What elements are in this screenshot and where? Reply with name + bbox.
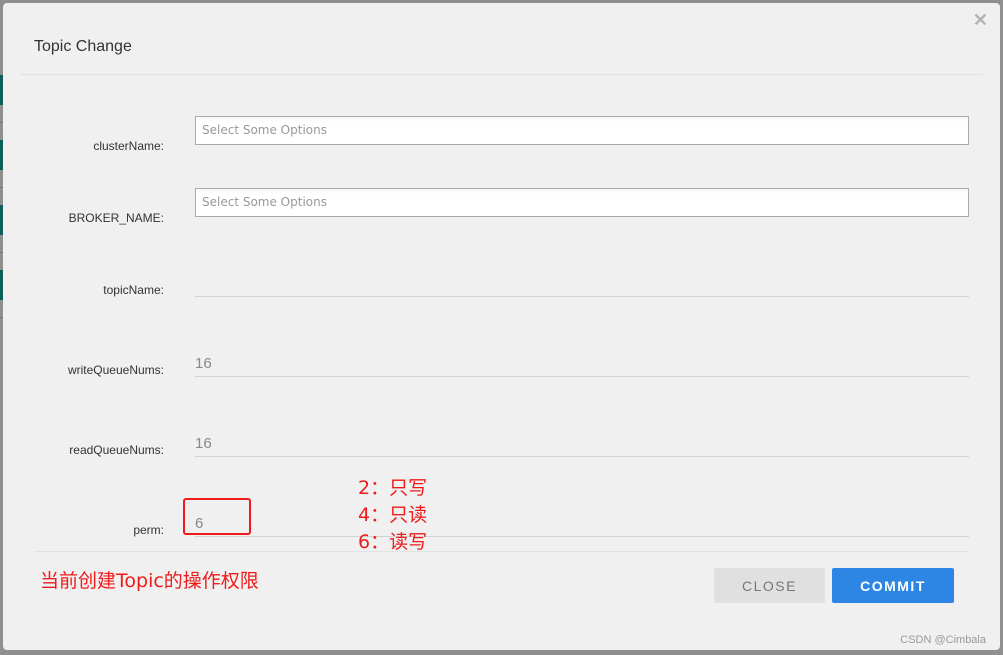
perm-label: perm: bbox=[133, 523, 164, 537]
cluster-name-placeholder: Select Some Options bbox=[202, 123, 327, 137]
cluster-name-select[interactable]: Select Some Options bbox=[195, 116, 969, 145]
write-queue-nums-input[interactable] bbox=[195, 350, 969, 377]
close-icon[interactable]: ✕ bbox=[973, 11, 988, 29]
broker-name-select[interactable]: Select Some Options bbox=[195, 188, 969, 217]
watermark: CSDN @Cimbala bbox=[900, 634, 986, 646]
dialog-title: Topic Change bbox=[34, 38, 132, 55]
perm-legend-write-only: 2：只写 bbox=[358, 477, 428, 499]
read-queue-nums-label: readQueueNums: bbox=[69, 443, 164, 457]
topic-change-dialog: ✕ Topic Change clusterName: Select Some … bbox=[3, 3, 1000, 650]
broker-name-placeholder: Select Some Options bbox=[202, 195, 327, 209]
cluster-name-label: clusterName: bbox=[93, 139, 164, 153]
footer-divider bbox=[34, 551, 969, 552]
perm-legend-read-write: 6：读写 bbox=[358, 531, 428, 553]
perm-legend-read-only: 4：只读 bbox=[358, 504, 428, 526]
close-button[interactable]: CLOSE bbox=[714, 568, 825, 603]
broker-name-label: BROKER_NAME: bbox=[68, 211, 164, 225]
header-divider bbox=[20, 74, 983, 75]
topic-name-label: topicName: bbox=[103, 283, 164, 297]
perm-note: 当前创建Topic的操作权限 bbox=[40, 570, 259, 592]
topic-name-input[interactable] bbox=[195, 270, 969, 297]
write-queue-nums-label: writeQueueNums: bbox=[67, 363, 164, 377]
commit-button[interactable]: COMMIT bbox=[832, 568, 954, 603]
perm-input[interactable] bbox=[195, 510, 969, 537]
read-queue-nums-input[interactable] bbox=[195, 430, 969, 457]
